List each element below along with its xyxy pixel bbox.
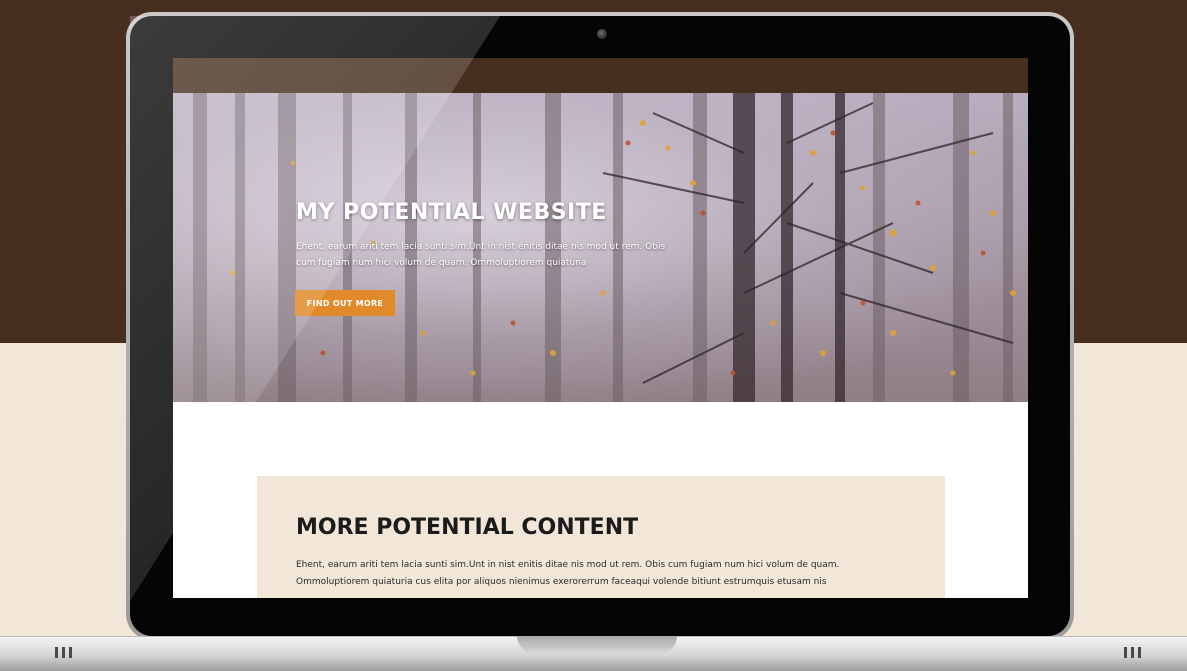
site-navbar [173, 58, 1028, 93]
content-body: Ehent, earum ariti tem lacia sunti sim.U… [296, 560, 840, 587]
laptop-screen: MY POTENTIAL WEBSITE Ehent, earum ariti … [173, 58, 1028, 598]
content-title: MORE POTENTIAL CONTENT [296, 515, 639, 540]
vent-grille-icon [1124, 643, 1152, 658]
hero-section: MY POTENTIAL WEBSITE Ehent, earum ariti … [173, 93, 1028, 402]
content-panel: MORE POTENTIAL CONTENT Ehent, earum arit… [257, 476, 945, 598]
vent-grille-icon [55, 643, 83, 658]
find-out-more-button[interactable]: FIND OUT MORE [295, 290, 395, 316]
hero-description: Ehent, earum ariti tem lacia sunti sim.U… [296, 242, 666, 268]
laptop-hinge-notch [517, 636, 677, 654]
webcam-icon [597, 29, 607, 39]
hero-title: MY POTENTIAL WEBSITE [296, 200, 607, 225]
